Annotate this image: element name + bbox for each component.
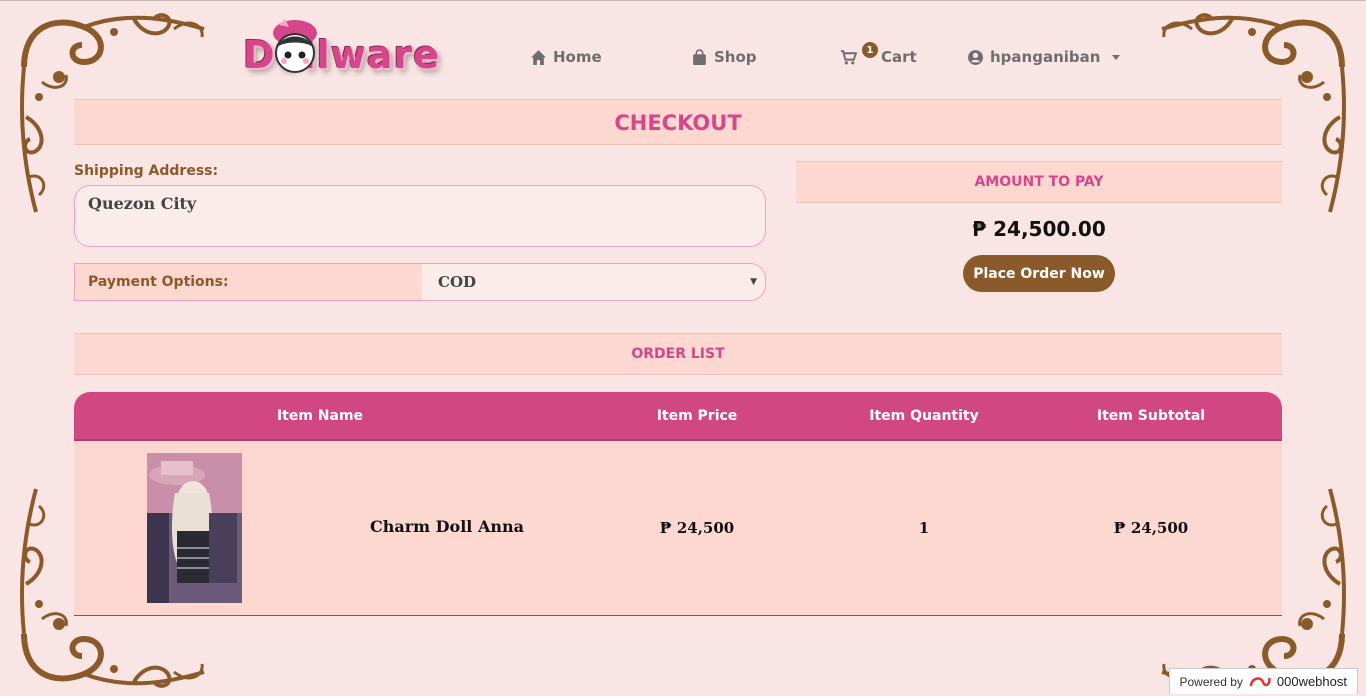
- user-menu[interactable]: hpanganiban: [967, 48, 1121, 66]
- payment-options-label: Payment Options:: [75, 264, 422, 300]
- chevron-down-icon: ▼: [750, 277, 757, 287]
- table-row: Charm Doll Anna ₱ 24,500 1 ₱ 24,500: [74, 441, 1282, 616]
- payment-options-select[interactable]: COD ▼: [422, 264, 765, 300]
- user-circle-icon: [968, 49, 983, 65]
- nav-home[interactable]: Home: [530, 48, 602, 66]
- column-header-item-price: Item Price: [656, 407, 738, 424]
- cart-count-badge: 1: [862, 42, 878, 58]
- nav-shop[interactable]: Shop: [691, 48, 757, 66]
- shopping-bag-icon: [693, 48, 706, 65]
- powered-by-badge[interactable]: Powered by 000webhost: [1168, 668, 1358, 694]
- payment-selected-value: COD: [438, 273, 477, 291]
- nav-shop-label: Shop: [714, 48, 757, 66]
- item-subtotal: ₱ 24,500: [1113, 519, 1189, 537]
- amount-value: ₱ 24,500.00: [972, 217, 1106, 241]
- column-header-item-quantity: Item Quantity: [869, 407, 979, 424]
- table-header: Item Name Item Price Item Quantity Item …: [74, 392, 1282, 441]
- column-header-item-name: Item Name: [276, 407, 364, 424]
- payment-options-group: Payment Options: COD ▼: [74, 263, 766, 301]
- powered-by-label: Powered by: [1179, 674, 1243, 689]
- column-header-item-subtotal: Item Subtotal: [1096, 407, 1206, 424]
- item-price: ₱ 24,500: [659, 519, 735, 537]
- nav-home-label: Home: [553, 48, 602, 66]
- shipping-address-label: Shipping Address:: [74, 163, 219, 179]
- item-name-cell: Charm Doll Anna: [74, 441, 566, 616]
- nav-cart[interactable]: 1 Cart: [840, 42, 917, 66]
- item-quantity: 1: [918, 519, 930, 537]
- home-icon: [531, 49, 546, 65]
- doll-product-image: [147, 452, 242, 603]
- place-order-button[interactable]: Place Order Now: [963, 255, 1115, 292]
- cart-icon: [841, 49, 857, 64]
- item-name: Charm Doll Anna: [370, 516, 524, 536]
- chevron-down-icon: [1112, 54, 1121, 60]
- order-list-title: ORDER LIST: [74, 333, 1282, 375]
- user-name: hpanganiban: [990, 48, 1101, 66]
- host-name: 000webhost: [1276, 674, 1347, 689]
- webhost-logo-icon: [1249, 676, 1271, 686]
- shipping-address-field[interactable]: Quezon City: [74, 185, 766, 247]
- navbar: Dollware Home Shop 1 Cart hpanganiban: [0, 1, 1366, 99]
- amount-to-pay-title: AMOUNT TO PAY: [796, 161, 1282, 203]
- order-table: Item Name Item Price Item Quantity Item …: [74, 392, 1282, 616]
- doll-face-icon: [273, 19, 317, 73]
- amount-to-pay-panel: AMOUNT TO PAY ₱ 24,500.00 Place Order No…: [796, 161, 1282, 292]
- dollware-logo[interactable]: Dollware: [243, 15, 481, 87]
- nav-cart-label: Cart: [881, 48, 917, 66]
- checkout-section: CHECKOUT Shipping Address: Quezon City P…: [74, 99, 1282, 616]
- page-title: CHECKOUT: [74, 99, 1282, 145]
